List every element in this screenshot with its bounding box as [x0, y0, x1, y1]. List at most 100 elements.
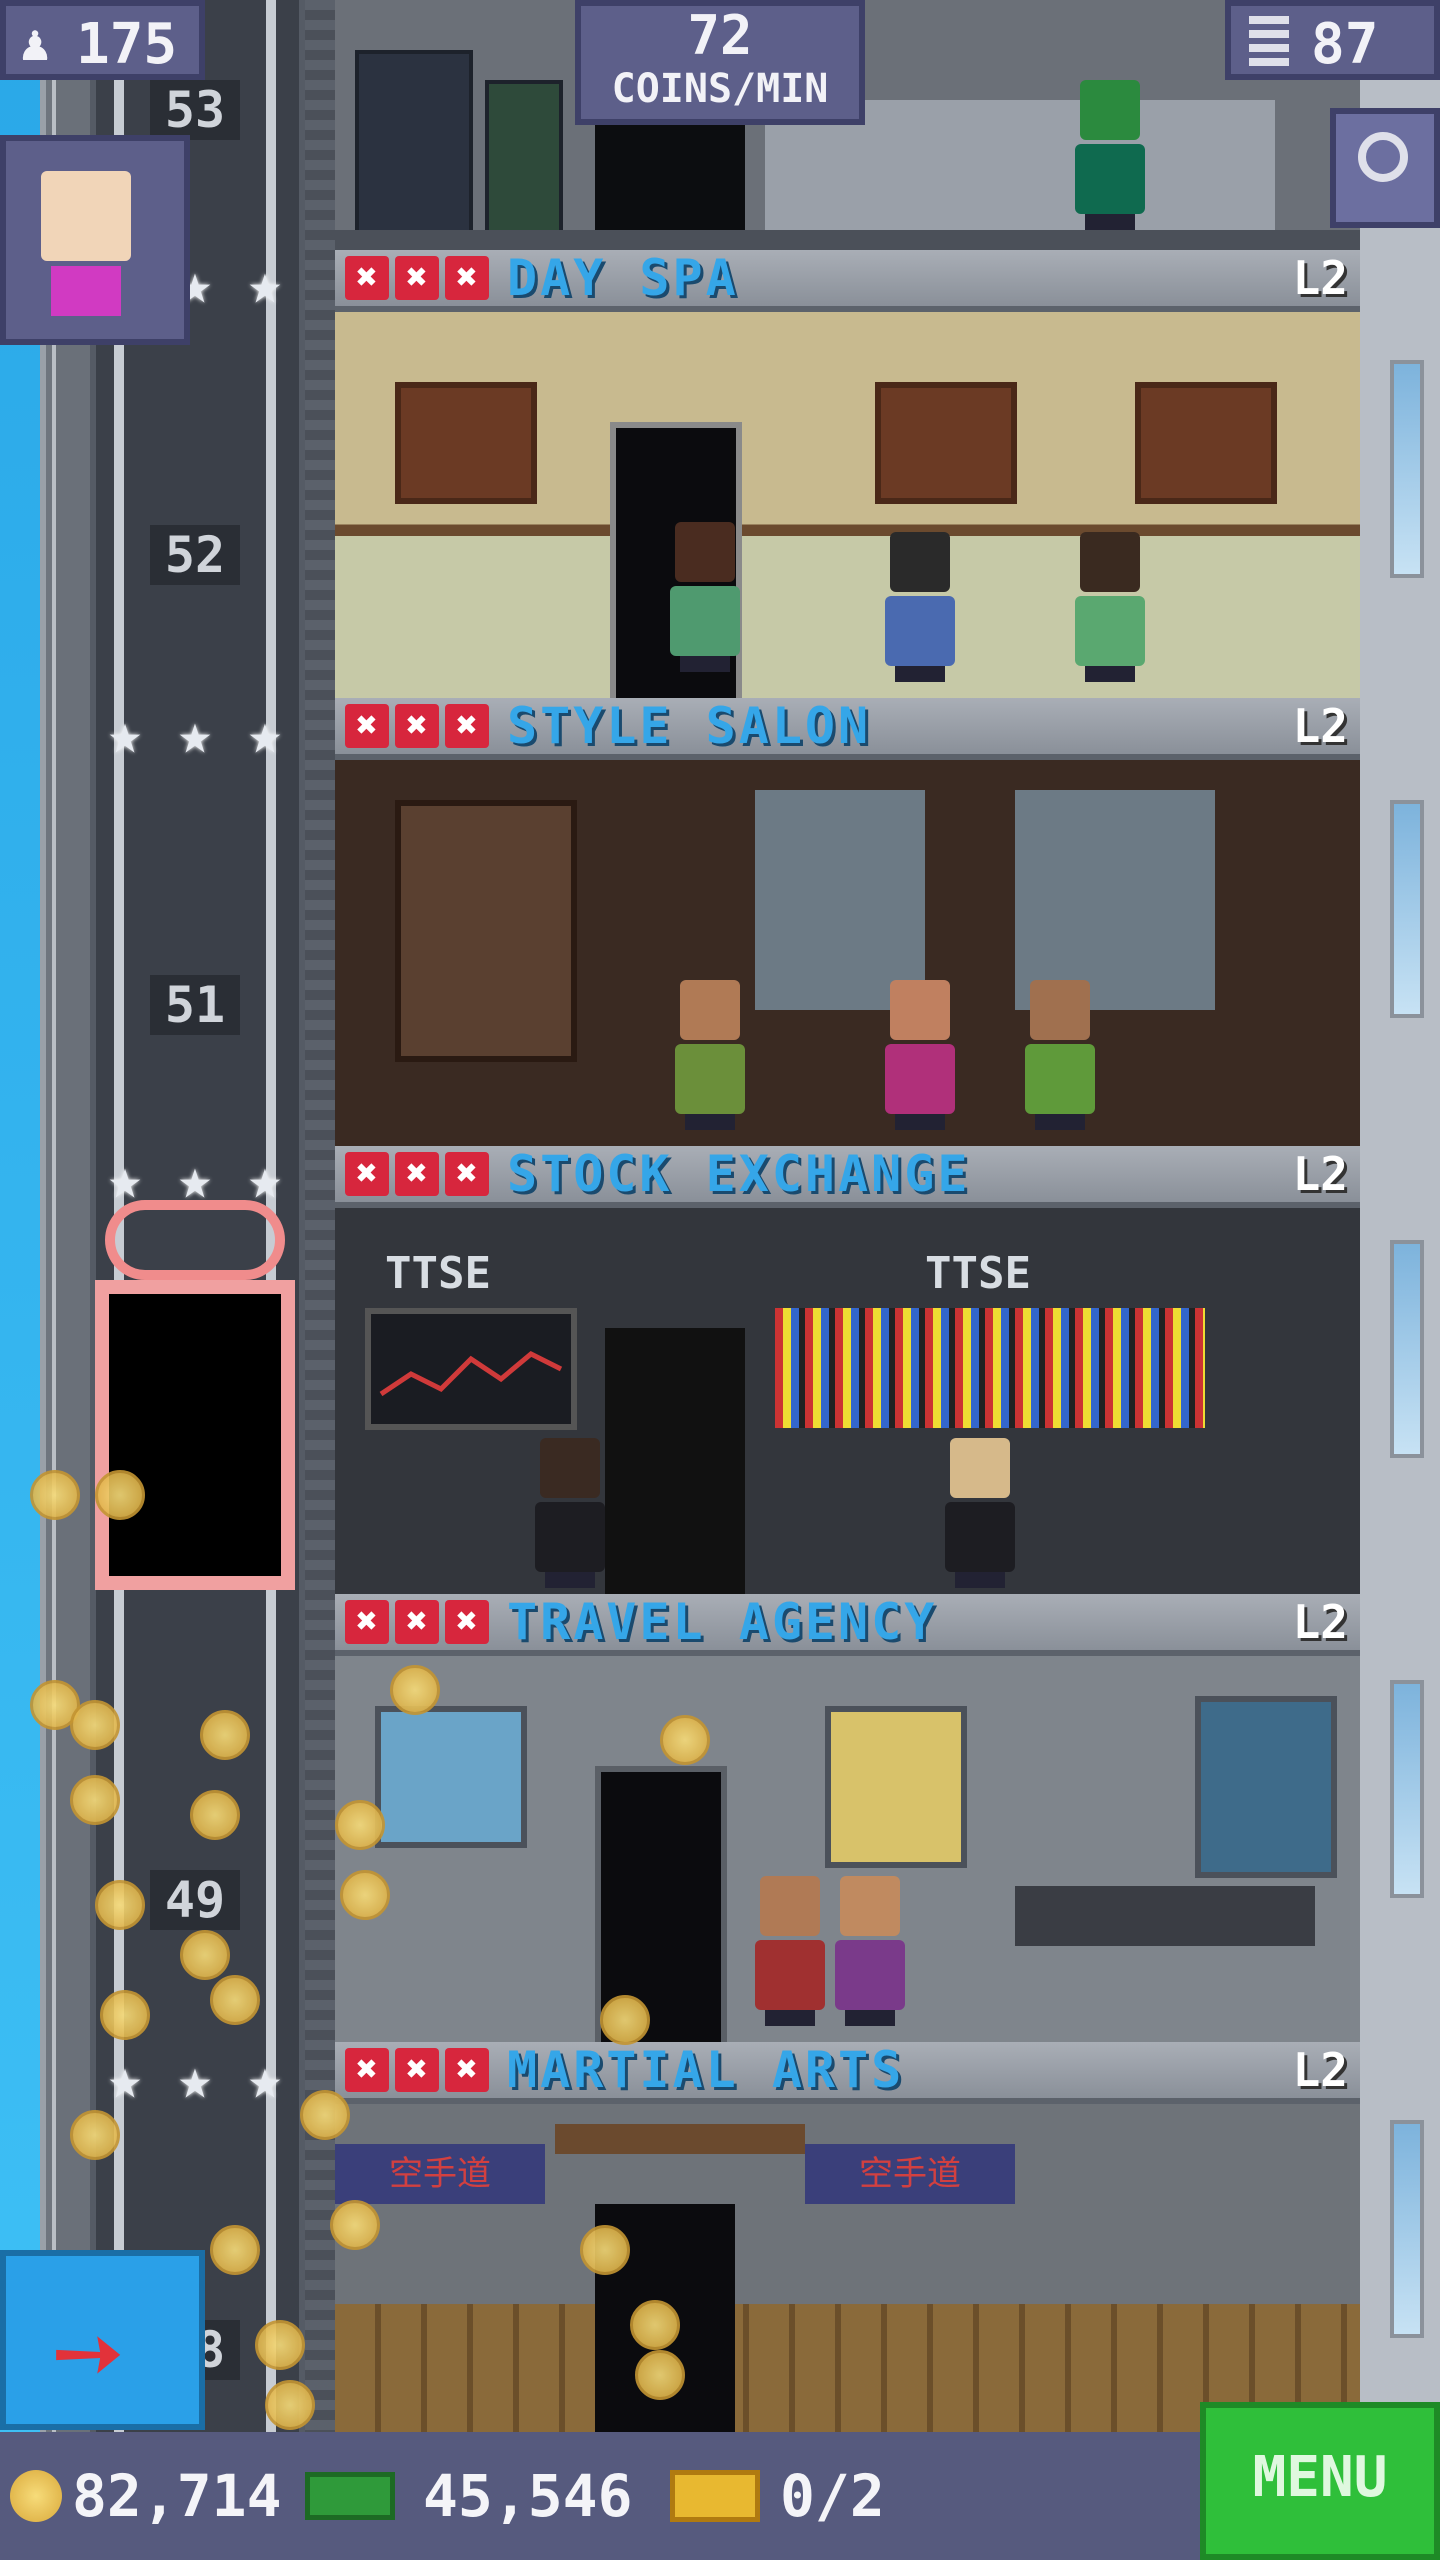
floor-style-salon[interactable]: ✖ ✖ ✖ STYLE SALON L2 — [335, 697, 1360, 1146]
close-icon: ✖ — [345, 704, 389, 748]
floor-day-spa[interactable]: ✖ ✖ ✖ DAY SPA L2 — [335, 249, 1360, 698]
floors-counter[interactable]: 87 — [1225, 0, 1440, 80]
coin-icon — [70, 1700, 120, 1750]
coin-icon — [190, 1790, 240, 1840]
coin-icon — [70, 2110, 120, 2160]
elevator-button[interactable]: ➚ — [0, 2250, 205, 2430]
shaft-floor-number: 52 — [150, 525, 240, 585]
mirror — [1015, 790, 1215, 1010]
close-icon: ✖ — [445, 256, 489, 300]
floor-level: L2 — [1292, 699, 1348, 753]
floor-name: MARTIAL ARTS — [507, 2041, 905, 2099]
exchange-sign: TTSE — [925, 1248, 1031, 1299]
menu-button[interactable]: MENU — [1200, 2402, 1440, 2560]
tower-resident[interactable] — [1075, 80, 1145, 230]
coin-icon — [580, 2225, 630, 2275]
floor-header[interactable]: ✖ ✖ ✖ TRAVEL AGENCY L2 — [335, 1593, 1360, 1656]
tower-resident[interactable] — [885, 980, 955, 1130]
shelf — [395, 800, 577, 1062]
coins-per-min-label: COINS/MIN — [611, 66, 829, 112]
room-interior — [335, 1656, 1360, 2042]
tower-resident[interactable] — [755, 1876, 825, 2026]
stock-graph — [379, 1351, 563, 1397]
elevator-car[interactable] — [95, 1200, 295, 1590]
close-icon: ✖ — [395, 1152, 439, 1196]
coin-icon — [660, 1715, 710, 1765]
close-icon: ✖ — [445, 2048, 489, 2092]
floor-name: STOCK EXCHANGE — [507, 1145, 971, 1203]
sky-strip — [0, 0, 40, 2460]
floor-level: L2 — [1292, 2043, 1348, 2097]
window — [1390, 2120, 1424, 2338]
restock-marks: ✖ ✖ ✖ — [345, 1600, 489, 1644]
server-rack — [355, 50, 473, 238]
close-icon: ✖ — [395, 704, 439, 748]
tower-resident[interactable] — [835, 1876, 905, 2026]
travel-poster — [375, 1706, 527, 1848]
room-interior — [335, 312, 1360, 698]
population-counter[interactable]: ♟ 175 — [0, 0, 205, 80]
window — [1390, 1240, 1424, 1458]
coin-icon — [330, 2200, 380, 2250]
close-icon: ✖ — [345, 1600, 389, 1644]
building-icon — [1249, 16, 1289, 66]
bux-balance[interactable]: 45,546 — [305, 2462, 633, 2530]
coins-per-min-display: 72 COINS/MIN — [575, 0, 865, 125]
dojo-banner: 空手道 — [335, 2144, 545, 2204]
floor-header[interactable]: ✖ ✖ ✖ STOCK EXCHANGE L2 — [335, 1145, 1360, 1208]
tower-right-wall — [1360, 0, 1440, 2460]
floor-name: DAY SPA — [507, 249, 739, 307]
bottom-bar: 82,714 45,546 0/2 MENU — [0, 2402, 1440, 2560]
wall-painting — [1135, 382, 1277, 504]
star-icon: ★ — [178, 702, 212, 767]
restock-marks: ✖ ✖ ✖ — [345, 704, 489, 748]
close-icon: ✖ — [345, 256, 389, 300]
tower-resident[interactable] — [945, 1438, 1015, 1588]
floor-travel-agency[interactable]: ✖ ✖ ✖ TRAVEL AGENCY L2 — [335, 1593, 1360, 2042]
window — [1390, 800, 1424, 1018]
restock-marks: ✖ ✖ ✖ — [345, 256, 489, 300]
close-icon: ✖ — [445, 1152, 489, 1196]
bitizen-avatar-button[interactable] — [0, 135, 190, 345]
floor-martial-arts[interactable]: ✖ ✖ ✖ MARTIAL ARTS L2 空手道 空手道 — [335, 2041, 1360, 2460]
travel-poster — [1195, 1696, 1337, 1878]
torii-gate — [555, 2124, 805, 2154]
tower-resident[interactable] — [535, 1438, 605, 1588]
close-icon: ✖ — [345, 2048, 389, 2092]
floor-header[interactable]: ✖ ✖ ✖ MARTIAL ARTS L2 — [335, 2041, 1360, 2104]
shaft-floor-number: 53 — [150, 80, 240, 140]
tower-resident[interactable] — [1075, 532, 1145, 682]
room-interior: TTSE TTSE — [335, 1208, 1360, 1594]
search-button[interactable] — [1330, 108, 1440, 228]
wall-painting — [875, 382, 1017, 504]
coins-per-min-value: 72 — [687, 4, 753, 67]
tower-resident[interactable] — [670, 522, 740, 672]
coin-icon — [600, 1995, 650, 2045]
coin-icon — [95, 1880, 145, 1930]
tower-resident[interactable] — [675, 980, 745, 1130]
tower-resident[interactable] — [885, 532, 955, 682]
floor-stock-exchange[interactable]: ✖ ✖ ✖ STOCK EXCHANGE L2 TTSE TTSE — [335, 1145, 1360, 1594]
tower-resident[interactable] — [1025, 980, 1095, 1130]
coins-balance[interactable]: 82,714 — [10, 2462, 282, 2530]
floor-level: L2 — [1292, 1595, 1348, 1649]
close-icon: ✖ — [395, 1600, 439, 1644]
elevator-door — [95, 1280, 295, 1590]
window — [1390, 1680, 1424, 1898]
floor-rating: ★ ★ ★ — [95, 2050, 295, 2110]
coin-icon — [10, 2470, 62, 2522]
floor-header[interactable]: ✖ ✖ ✖ STYLE SALON L2 — [335, 697, 1360, 760]
floor-header[interactable]: ✖ ✖ ✖ DAY SPA L2 — [335, 249, 1360, 312]
bux-icon — [305, 2472, 395, 2520]
stock-chart-screen — [365, 1308, 577, 1430]
doorway — [595, 110, 745, 230]
person-icon: ♟ — [20, 14, 51, 72]
room-interior — [335, 760, 1360, 1146]
coin-icon — [340, 1870, 390, 1920]
shaft-floor-number: 51 — [150, 975, 240, 1035]
restock-marks: ✖ ✖ ✖ — [345, 1152, 489, 1196]
tickets-balance[interactable]: 0/2 — [670, 2462, 885, 2530]
star-icon: ★ — [108, 2047, 142, 2112]
coin-icon — [255, 2320, 305, 2370]
coin-icon — [70, 1775, 120, 1825]
